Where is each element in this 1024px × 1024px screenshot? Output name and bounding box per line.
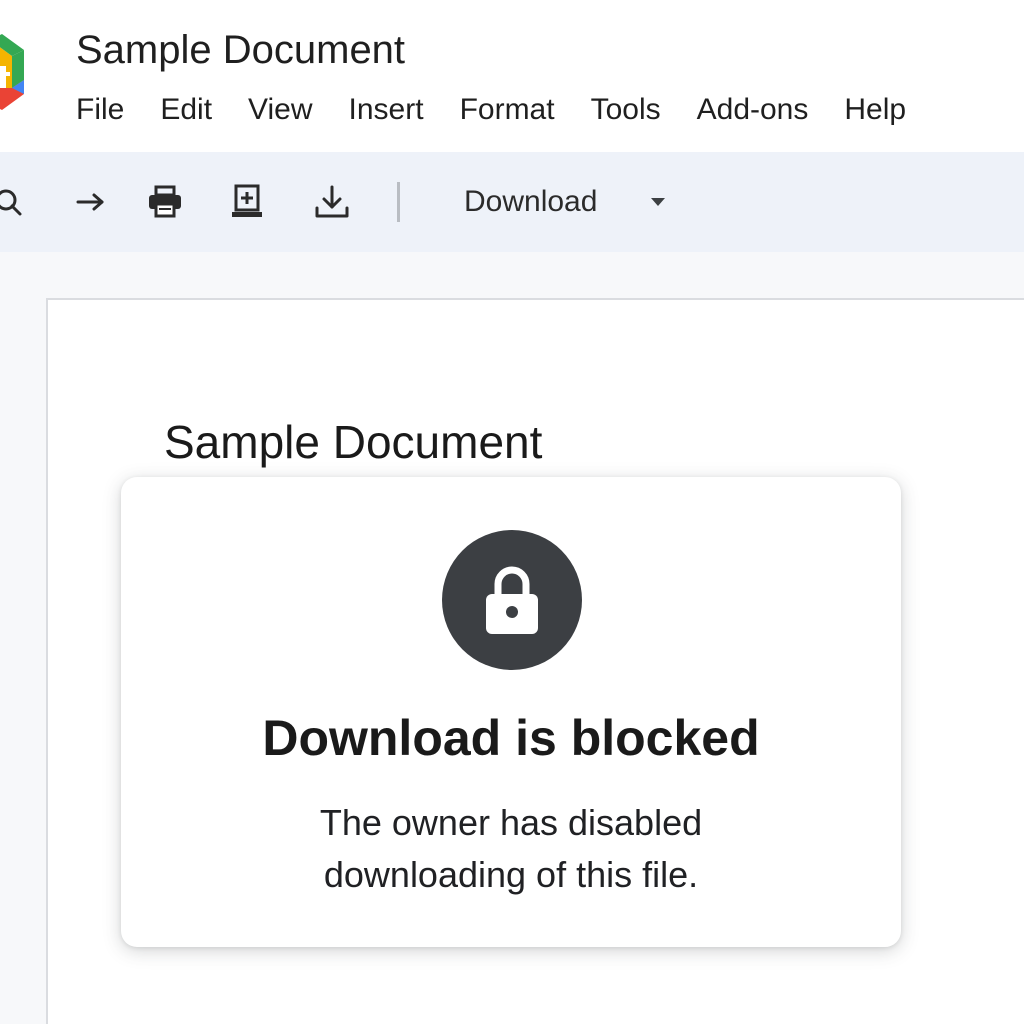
dialog-message-line-2: downloading of this file.: [323, 854, 699, 895]
toolbar: Download: [0, 152, 1024, 252]
download-button[interactable]: Download: [464, 180, 597, 224]
toolbar-divider: [397, 182, 400, 222]
arrow-right-icon[interactable]: [69, 180, 113, 224]
menu-edit[interactable]: Edit: [160, 93, 212, 127]
dialog-title: Download is blocked: [262, 710, 760, 766]
search-icon[interactable]: [0, 180, 30, 224]
menu-add-ons[interactable]: Add-ons: [697, 93, 809, 127]
menu-tools[interactable]: Tools: [591, 93, 661, 127]
document-title[interactable]: Sample Document: [76, 24, 405, 76]
menu-bar: File Edit View Insert Format Tools Add-o…: [76, 88, 906, 132]
menu-view[interactable]: View: [248, 93, 312, 127]
menu-help[interactable]: Help: [844, 93, 906, 127]
docs-logo-icon[interactable]: [0, 32, 24, 112]
page-heading: Sample Document: [164, 416, 543, 468]
print-icon[interactable]: [143, 180, 187, 224]
dialog-message: The owner has disabled downloading of th…: [121, 797, 901, 901]
lock-icon: [442, 530, 582, 670]
add-to-drive-icon[interactable]: [225, 180, 269, 224]
menu-format[interactable]: Format: [460, 93, 555, 127]
download-blocked-dialog: Download is blocked The owner has disabl…: [121, 477, 901, 947]
dialog-message-line-1: The owner has disabled: [319, 802, 703, 843]
app-header: Sample Document File Edit View Insert Fo…: [0, 0, 1024, 152]
download-icon[interactable]: [310, 180, 354, 224]
menu-insert[interactable]: Insert: [349, 93, 424, 127]
caret-down-icon[interactable]: [644, 180, 672, 224]
menu-file[interactable]: File: [76, 93, 124, 127]
docs-app-window: Sample Document File Edit View Insert Fo…: [0, 0, 1024, 1024]
